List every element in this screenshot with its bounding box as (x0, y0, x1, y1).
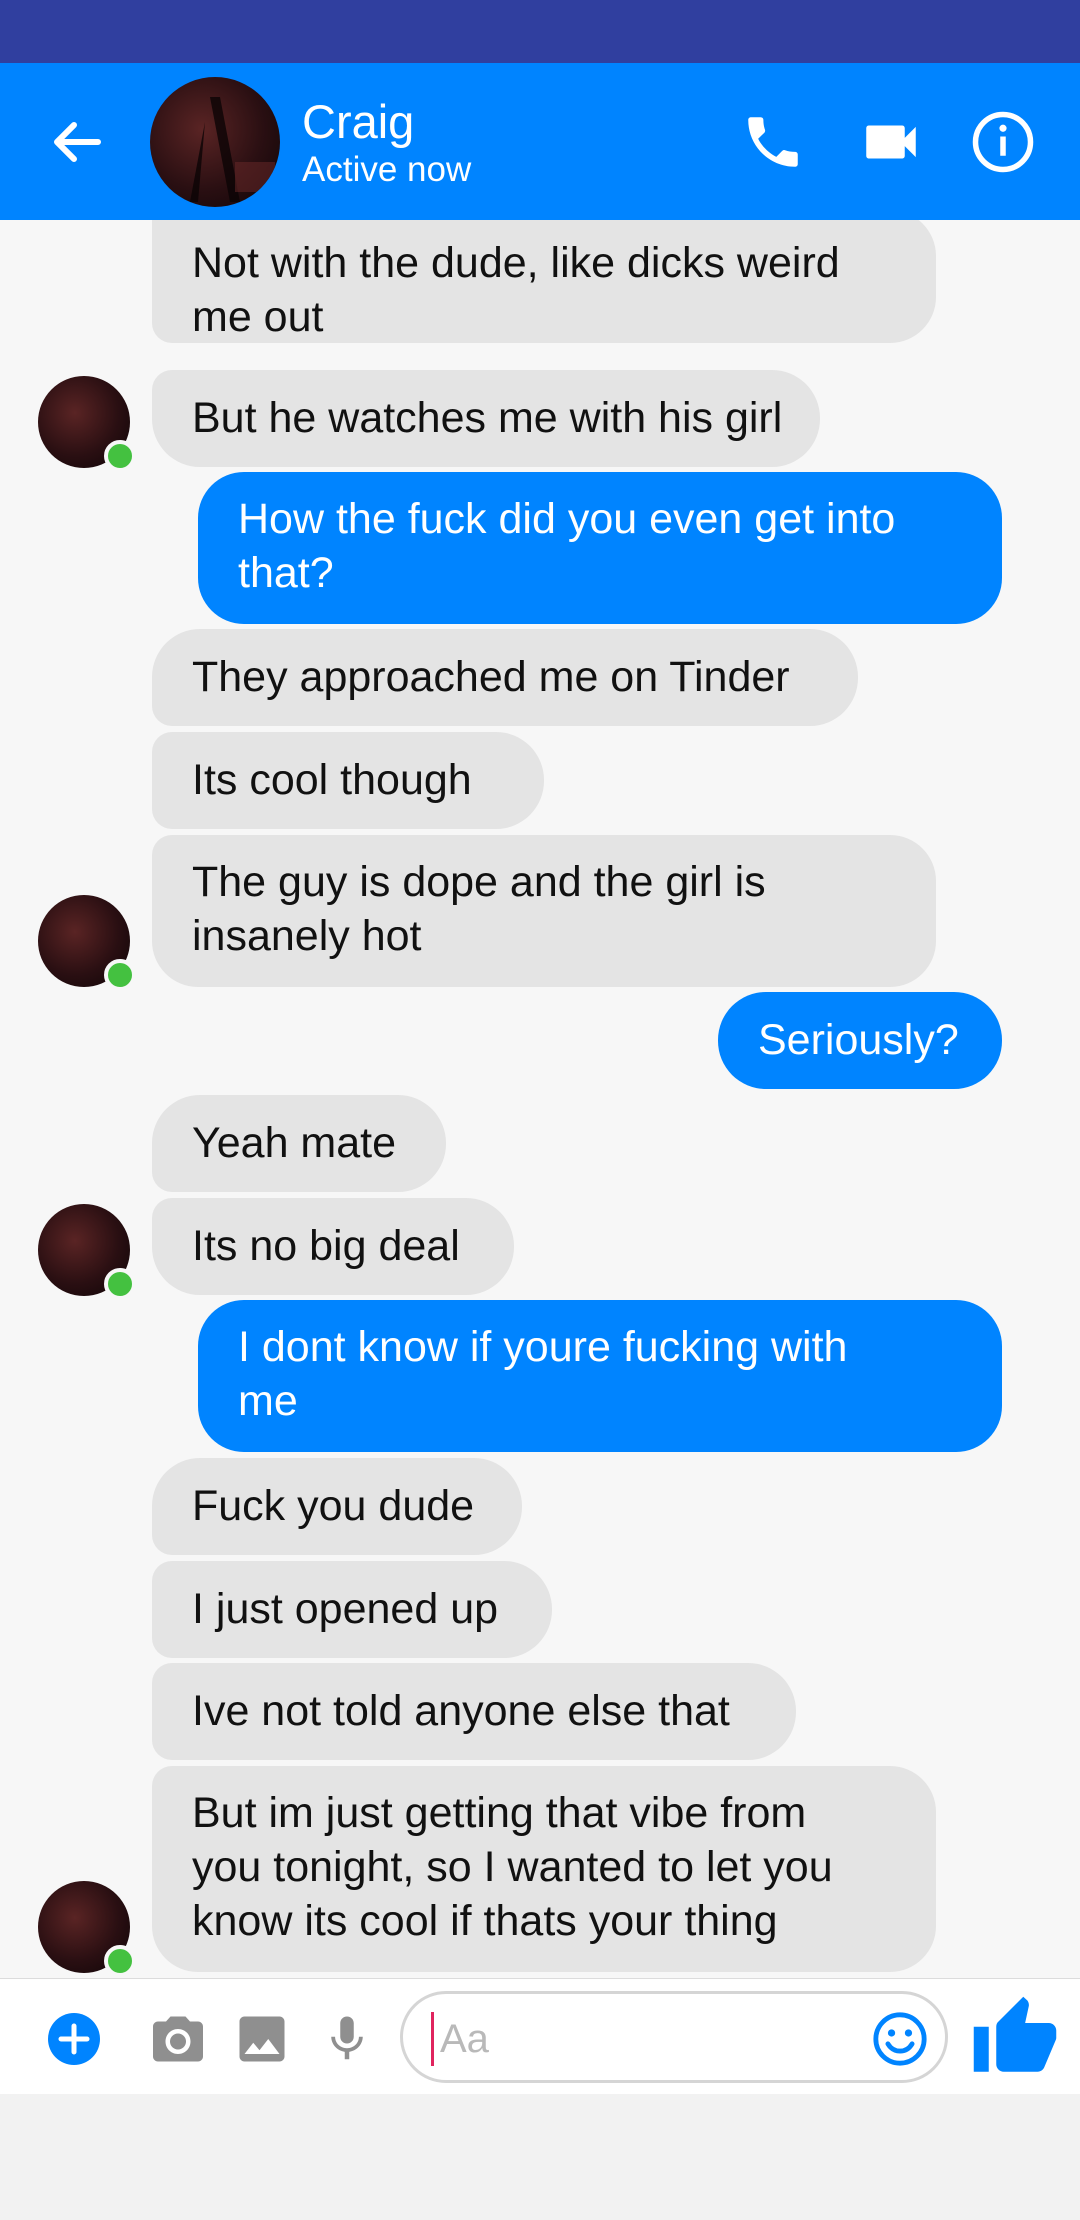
message-text-line: me (238, 1377, 298, 1425)
incoming-message[interactable]: Its no big deal (152, 1198, 514, 1295)
message-composer (0, 1978, 1080, 2095)
camera-icon[interactable] (148, 2009, 208, 2069)
incoming-message[interactable]: Fuck you dude (152, 1458, 522, 1555)
message-input[interactable] (431, 2012, 862, 2066)
online-indicator (104, 440, 136, 472)
message-field[interactable] (400, 1991, 948, 2083)
message-text-line: But he watches me with his girl (192, 394, 783, 442)
contact-avatar-small[interactable] (38, 895, 136, 991)
message-text-line: Seriously? (758, 1016, 959, 1064)
message-text-line: The guy is dope and the girl is (192, 858, 766, 906)
online-indicator (104, 1945, 136, 1977)
message-text-line: I just opened up (192, 1585, 499, 1633)
message-text-line: Ive not told anyone else that (192, 1687, 730, 1735)
plus-circle-icon[interactable] (44, 2009, 104, 2069)
thumbs-up-icon[interactable] (970, 1993, 1060, 2083)
message-text-line: you tonight, so I wanted to let you (192, 1843, 833, 1891)
smiley-icon[interactable] (871, 2010, 929, 2068)
contact-avatar-small[interactable] (38, 1204, 136, 1300)
incoming-message[interactable]: They approached me on Tinder (152, 629, 858, 726)
incoming-message[interactable]: Yeah mate (152, 1095, 446, 1192)
incoming-message[interactable]: But he watches me with his girl (152, 370, 820, 467)
contact-avatar[interactable] (150, 77, 280, 207)
bottom-spacer (0, 2094, 1080, 2220)
message-text-line: Not with the dude, like dicks weird (192, 239, 840, 287)
conversation-header: Craig Active now (0, 63, 1080, 220)
info-icon[interactable] (970, 109, 1036, 175)
contact-avatar-small[interactable] (38, 1881, 136, 1977)
incoming-message[interactable]: Its cool though (152, 732, 544, 829)
message-text-line: Its no big deal (192, 1222, 460, 1270)
message-text-line: know its cool if thats your thing (192, 1897, 778, 1945)
incoming-message[interactable]: Not with the dude, like dicks weird me o… (152, 220, 936, 343)
outgoing-message[interactable]: Seriously? (718, 992, 1002, 1089)
incoming-message[interactable]: Ive not told anyone else that (152, 1663, 796, 1760)
microphone-icon[interactable] (320, 2009, 374, 2069)
contact-avatar-small[interactable] (38, 376, 136, 472)
message-text-line: that? (238, 549, 334, 597)
message-text-line: insanely hot (192, 912, 422, 960)
message-thread[interactable]: Not with the dude, like dicks weird me o… (0, 220, 1080, 1978)
online-indicator (104, 959, 136, 991)
message-text-line: me out (192, 293, 324, 341)
contact-status: Active now (302, 150, 472, 189)
outgoing-message[interactable]: I dont know if youre fucking with me (198, 1300, 1002, 1452)
avatar-image (190, 97, 275, 202)
online-indicator (104, 1268, 136, 1300)
status-bar (0, 0, 1080, 63)
video-camera-icon[interactable] (858, 109, 924, 175)
image-icon[interactable] (232, 2009, 292, 2069)
message-text-line: Fuck you dude (192, 1482, 475, 1530)
back-arrow-icon[interactable] (46, 112, 106, 172)
message-text-line: I dont know if youre fucking with (238, 1323, 848, 1371)
incoming-message[interactable]: I just opened up (152, 1561, 552, 1658)
message-text-line: Yeah mate (192, 1119, 397, 1167)
message-text-line: But im just getting that vibe from (192, 1789, 807, 1837)
phone-icon[interactable] (740, 109, 806, 175)
message-text-line: They approached me on Tinder (192, 653, 790, 701)
outgoing-message[interactable]: How the fuck did you even get into that? (198, 472, 1002, 624)
incoming-message[interactable]: But im just getting that vibe from you t… (152, 1766, 936, 1972)
message-text-line: How the fuck did you even get into (238, 495, 896, 543)
contact-name[interactable]: Craig (302, 95, 414, 149)
incoming-message[interactable]: The guy is dope and the girl is insanely… (152, 835, 936, 987)
message-text-line: Its cool though (192, 756, 472, 804)
